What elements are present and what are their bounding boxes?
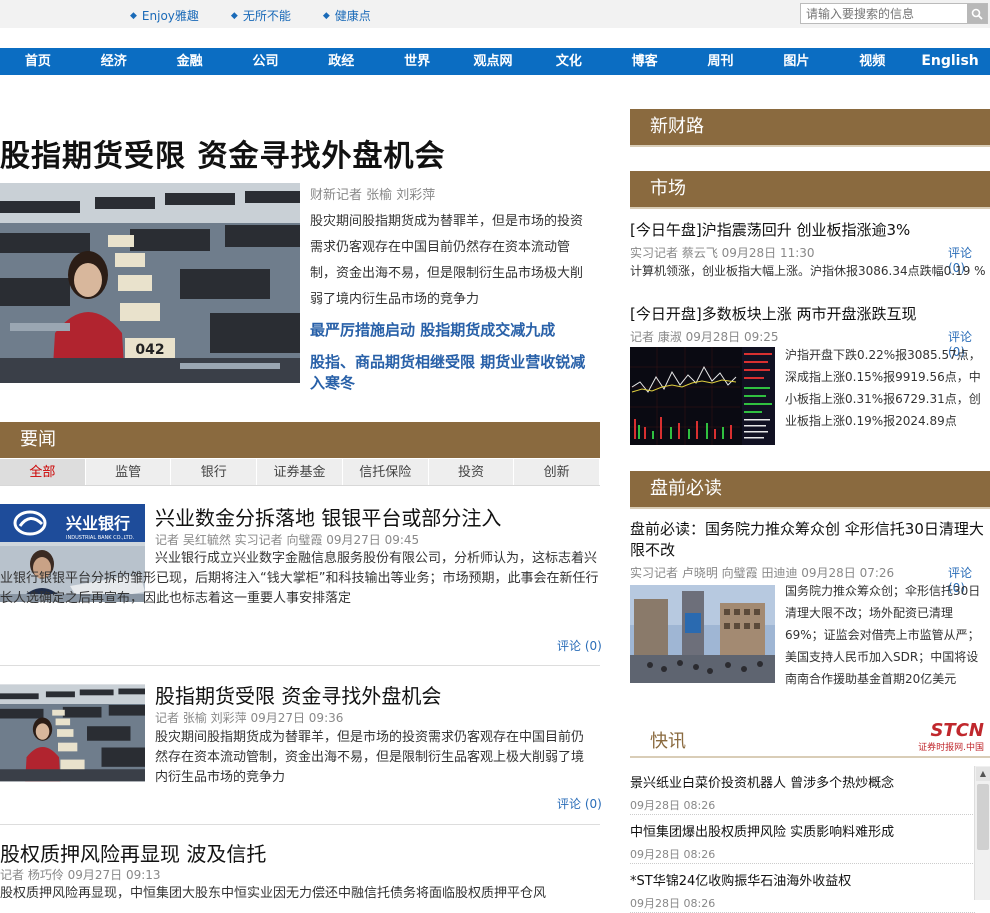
nav-world[interactable]: 世界 [379, 48, 455, 75]
tab-trust-insurance[interactable]: 信托保险 [343, 459, 429, 485]
nav-opinion[interactable]: 观点网 [455, 48, 531, 75]
list-item[interactable]: *ST华锦24亿收购振华石油海外收益权 09月28日 08:26 [630, 864, 975, 913]
bullet-icon: ◆ [322, 10, 330, 21]
scroll-thumb[interactable] [977, 784, 989, 850]
divider [0, 824, 600, 825]
article-summary: 股灾期间股指期货成为替罪羊，但是市场的投资需求仍客观存在中国目前仍然存在资本流动… [155, 730, 585, 785]
divider [0, 665, 600, 666]
bank-logo-subtext: INDUSTRIAL BANK CO.,LTD. [66, 535, 135, 541]
article-meta: 记者 杨巧伶 09月27日 09:13 [0, 868, 161, 882]
stcn-logo-subtext: 证券时报网.中国 [918, 743, 984, 753]
comment-link[interactable]: 评论 (0) [557, 637, 602, 654]
divider [630, 207, 990, 209]
panqian-heading[interactable]: 盘前必读 [630, 471, 990, 507]
article-photo[interactable] [0, 684, 145, 782]
kuaixun-date: 09月28日 08:26 [630, 799, 716, 812]
article-title[interactable]: 股权质押风险再显现 波及信托 [0, 838, 266, 867]
tab-investment[interactable]: 投资 [429, 459, 515, 485]
market-item-summary: 计算机领涨，创业板指大幅上涨。沪指休报3086.34点跌幅0.19 % [630, 264, 986, 278]
market-item-meta: 实习记者 蔡云飞 09月28日 11:30 [630, 246, 815, 260]
list-item[interactable]: 中恒集团爆出股权质押风险 实质影响料难形成 09月28日 08:26 [630, 815, 975, 864]
lead-photo[interactable]: 042 [0, 183, 300, 383]
tab-banking[interactable]: 银行 [171, 459, 258, 485]
stcn-logo-text: STCN [930, 720, 984, 741]
top-link-wusuobuneng[interactable]: ◆ 无所不能 [231, 7, 291, 24]
nav-finance[interactable]: 金融 [152, 48, 228, 75]
tab-securities-funds[interactable]: 证券基金 [257, 459, 343, 485]
nav-blog[interactable]: 博客 [607, 48, 683, 75]
lead-related-link[interactable]: 最严厉措施启动 股指期货成交减九成 [310, 320, 595, 341]
top-bar: ◆ Enjoy雅趣 ◆ 无所不能 ◆ 健康点 [0, 0, 990, 28]
market-heading[interactable]: 市场 [630, 171, 990, 207]
nav-politics[interactable]: 政经 [303, 48, 379, 75]
xincailu-heading[interactable]: 新财路 [630, 109, 990, 145]
lead-byline: 财新记者 张榆 刘彩萍 [310, 188, 436, 203]
nav-home[interactable]: 首页 [0, 48, 76, 75]
yaowen-tabs: 全部 监管 银行 证券基金 信托保险 投资 创新 [0, 459, 601, 486]
tab-innovation[interactable]: 创新 [514, 459, 601, 485]
tab-regulation[interactable]: 监管 [86, 459, 172, 485]
market-item-summary: 沪指开盘下跌0.22%报3085.57点，深成指上涨0.15%报9919.56点… [785, 348, 981, 428]
top-link-health[interactable]: ◆ 健康点 [323, 7, 371, 24]
top-link-enjoy[interactable]: ◆ Enjoy雅趣 [130, 7, 199, 24]
kuaixun-title[interactable]: *ST华锦24亿收购振华石油海外收益权 [630, 870, 975, 889]
nav-video[interactable]: 视频 [834, 48, 910, 75]
comment-link[interactable]: 评论 (0) [557, 795, 602, 812]
kuaixun-header: 快讯 STCN 证券时报网.中国 [630, 718, 990, 758]
bullet-icon: ◆ [130, 10, 137, 21]
article-meta: 记者 吴红毓然 实习记者 向璧霞 09月27日 09:45 [155, 533, 420, 547]
top-links: ◆ Enjoy雅趣 ◆ 无所不能 ◆ 健康点 [130, 7, 403, 24]
article-meta: 记者 张榆 刘彩萍 09月27日 09:36 [155, 711, 344, 725]
kuaixun-date: 09月28日 08:26 [630, 897, 716, 910]
nav-economy[interactable]: 经济 [76, 48, 152, 75]
stcn-logo[interactable]: STCN 证券时报网.中国 [918, 720, 984, 754]
lead-headline[interactable]: 股指期货受限 资金寻找外盘机会 [0, 131, 445, 175]
kuaixun-title[interactable]: 景兴纸业白菜价投资机器人 曾涉多个热炒概念 [630, 772, 975, 791]
panqian-photo[interactable] [630, 585, 775, 683]
article-summary: 股权质押风险再显现，中恒集团大股东中恒实业因无力偿还中融信托债务将面临股权质押平… [0, 886, 547, 900]
kuaixun-title[interactable]: 中恒集团爆出股权质押风险 实质影响料难形成 [630, 821, 975, 840]
market-item-title[interactable]: [今日午盘]沪指震荡回升 创业板指涨逾3% [630, 219, 990, 240]
article-summary: 兴业银行成立兴业数字金融信息服务股份有限公司，分析师认为，这标志着兴业银行银银平… [0, 551, 599, 606]
article-title[interactable]: 股指期货受限 资金寻找外盘机会 [155, 680, 441, 709]
bank-logo-text: 兴业银行 [66, 514, 130, 533]
kuaixun-scrollbar[interactable]: ▲ [974, 766, 990, 900]
panqian-title[interactable]: 盘前必读：国务院力推众筹众创 伞形信托30日清理大限不改 [630, 518, 990, 560]
search-button[interactable] [967, 4, 987, 23]
nav-english[interactable]: English [910, 48, 990, 75]
scroll-up-icon[interactable]: ▲ [976, 767, 990, 781]
article-title[interactable]: 兴业数金分拆落地 银银平台或部分注入 [155, 502, 501, 531]
list-item[interactable]: 景兴纸业白菜价投资机器人 曾涉多个热炒概念 09月28日 08:26 [630, 766, 975, 815]
yaowen-heading: 要闻 [0, 422, 600, 458]
search-box [800, 3, 988, 24]
kuaixun-heading: 快讯 [650, 731, 686, 752]
search-icon [971, 8, 983, 20]
bullet-icon: ◆ [230, 10, 238, 21]
svg-text:042: 042 [135, 342, 164, 358]
lead-summary: 股灾期间股指期货成为替罪羊，但是市场的投资需求仍客观存在中国目前仍然存在资本流动… [310, 214, 584, 307]
tab-all[interactable]: 全部 [0, 459, 86, 485]
market-chart-thumbnail[interactable] [630, 347, 775, 445]
nav-photos[interactable]: 图片 [758, 48, 834, 75]
market-item-title[interactable]: [今日开盘]多数板块上涨 两市开盘涨跌互现 [630, 303, 990, 324]
main-nav: 首页 经济 金融 公司 政经 世界 观点网 文化 博客 周刊 图片 视频 Eng… [0, 48, 990, 75]
kuaixun-date: 09月28日 08:26 [630, 848, 716, 861]
search-input[interactable] [801, 4, 967, 23]
market-item-meta: 记者 康淑 09月28日 09:25 [630, 330, 779, 344]
panqian-meta: 实习记者 卢晓明 向璧霞 田迪迪 09月28日 07:26 [630, 566, 895, 580]
nav-companies[interactable]: 公司 [228, 48, 304, 75]
nav-weekly[interactable]: 周刊 [683, 48, 759, 75]
nav-culture[interactable]: 文化 [531, 48, 607, 75]
divider [630, 145, 990, 147]
lead-related-link[interactable]: 股指、商品期货相继受限 期货业营收锐减入寒冬 [310, 352, 595, 394]
panqian-summary: 国务院力推众筹众创；伞形信托30日清理大限不改；场外配资已清理69%；证监会对借… [785, 584, 981, 686]
divider [630, 507, 990, 509]
